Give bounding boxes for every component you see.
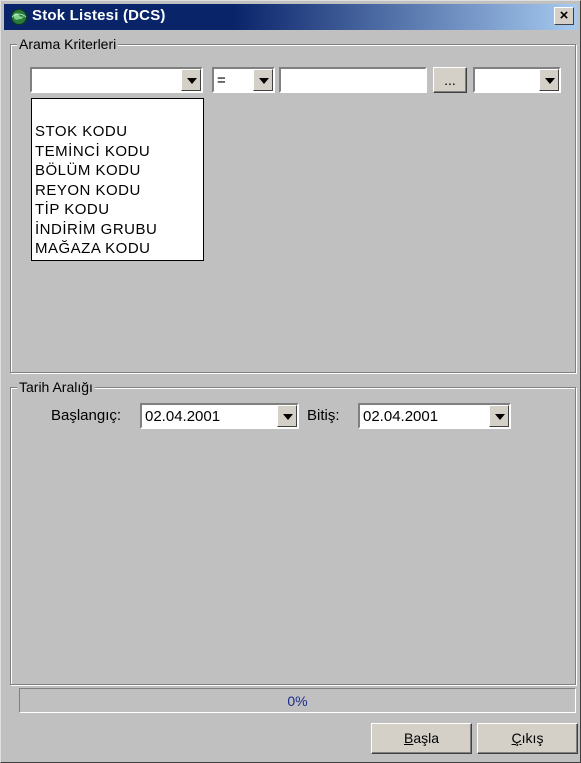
- start-button-label: aşla: [413, 730, 440, 746]
- stock-list-window: Stok Listesi (DCS) × Arama Kriterleri = …: [0, 0, 581, 763]
- dropdown-option[interactable]: BÖLÜM KODU: [32, 161, 203, 181]
- dropdown-option[interactable]: TİP KODU: [32, 200, 203, 220]
- title-bar[interactable]: Stok Listesi (DCS) ×: [4, 4, 577, 30]
- field-dropdown-list: STOK KODU TEMİNCİ KODU BÖLÜM KODU REYON …: [31, 98, 204, 261]
- chevron-down-icon[interactable]: [181, 69, 201, 91]
- browse-button-label: ...: [444, 72, 456, 88]
- app-globe-icon: [11, 9, 27, 25]
- close-icon: ×: [559, 7, 569, 24]
- dropdown-option[interactable]: REYON KODU: [32, 181, 203, 201]
- end-date-label: Bitiş:: [307, 407, 340, 424]
- dropdown-option[interactable]: STOK KODU: [32, 122, 203, 142]
- exit-button-label: ıkış: [521, 730, 544, 746]
- close-button[interactable]: ×: [554, 7, 574, 25]
- progress-bar: 0%: [19, 688, 576, 713]
- value-input[interactable]: [279, 67, 427, 93]
- chevron-down-icon[interactable]: [277, 405, 297, 427]
- browse-button[interactable]: ...: [433, 67, 467, 93]
- chevron-down-icon[interactable]: [253, 69, 273, 91]
- dropdown-option[interactable]: MAĞAZA KODU: [32, 239, 203, 259]
- start-date-picker[interactable]: 02.04.2001: [140, 403, 299, 429]
- start-button[interactable]: Başla: [371, 723, 472, 754]
- window-title: Stok Listesi (DCS): [32, 7, 166, 24]
- start-date-label: Başlangıç:: [51, 407, 122, 424]
- date-range-group: Tarih Aralığı: [10, 379, 576, 685]
- start-button-accel: B: [403, 730, 414, 746]
- operator-combo-value: =: [217, 72, 226, 89]
- search-criteria-label: Arama Kriterleri: [17, 36, 119, 52]
- end-date-value: 02.04.2001: [363, 408, 439, 425]
- chevron-down-icon[interactable]: [539, 69, 559, 91]
- field-combo[interactable]: [30, 67, 203, 93]
- chevron-down-icon[interactable]: [489, 405, 509, 427]
- end-date-picker[interactable]: 02.04.2001: [358, 403, 511, 429]
- dropdown-option[interactable]: İNDİRİM GRUBU: [32, 220, 203, 240]
- extra-combo[interactable]: [473, 67, 561, 93]
- progress-text: 0%: [287, 693, 308, 709]
- date-range-label: Tarih Aralığı: [17, 379, 95, 395]
- start-date-value: 02.04.2001: [145, 408, 221, 425]
- exit-button[interactable]: Çıkış: [477, 723, 578, 754]
- dropdown-option[interactable]: TEMİNCİ KODU: [32, 142, 203, 162]
- operator-combo[interactable]: =: [212, 67, 275, 93]
- exit-button-accel: Ç: [511, 730, 522, 746]
